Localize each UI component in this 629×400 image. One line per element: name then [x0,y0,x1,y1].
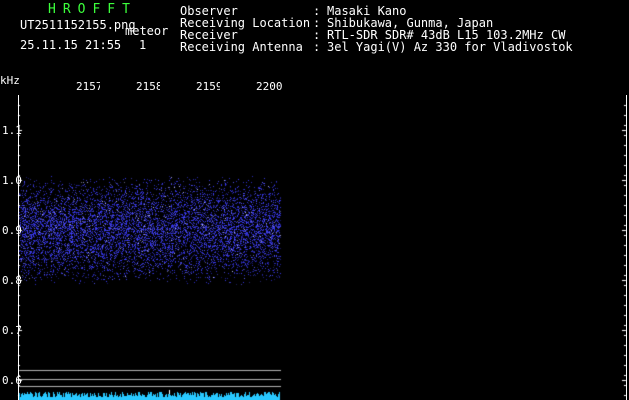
count-label: 1 [139,38,147,52]
time-label-3: 2159 [196,81,220,93]
time-label-2: 2158 [136,81,160,93]
datetime-label: 25.11.15 21:55 [20,38,122,52]
antenna-colon: : [313,40,321,54]
right-axis-line [626,95,627,400]
time-label-4: 2200 [256,80,283,93]
spectrogram [0,0,629,400]
y-axis-unit: kHz [0,74,20,87]
app-title: HROFFT [48,2,137,17]
filename-label: UT2511152155.png [20,18,136,32]
mode-label: meteor [125,24,169,38]
time-label-1: 2157 [76,81,100,93]
antenna-label: Receiving Antenna [180,40,303,54]
left-axis-line [18,95,19,400]
antenna-value: 3el Yagi(V) Az 330 for Vladivostok [327,40,573,54]
